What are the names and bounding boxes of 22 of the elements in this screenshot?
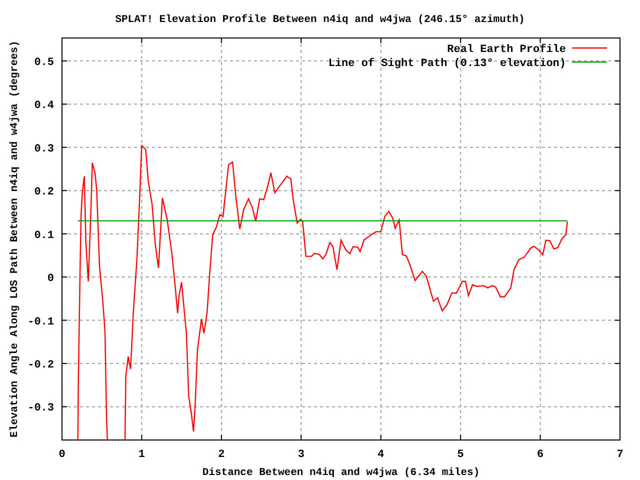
tick-label: 0.4	[34, 100, 54, 112]
legend-label: Line of Sight Path (0.13° elevation)	[328, 58, 566, 70]
chart-title: SPLAT! Elevation Profile Between n4iq and w4jwa (246.15° azimuth)	[115, 14, 525, 26]
tick-label: 0.5	[34, 56, 54, 69]
tick-label: 1	[138, 449, 146, 461]
tick-label: 4	[378, 449, 384, 461]
tick-label: -0.3	[28, 402, 54, 415]
tick-label: 0	[58, 449, 66, 461]
tick-label: -0.1	[28, 316, 54, 328]
tick-label: 0.3	[34, 143, 54, 156]
tick-label: 0.2	[34, 186, 54, 199]
tick-label: 2	[218, 449, 225, 461]
x-axis-label: Distance Between n4iq and w4jwa (6.34 miles)	[202, 467, 480, 479]
y-axis-label: Elevation Angle Along LOS Path Between n4iq and w4jwa (degrees)	[9, 40, 21, 438]
tick-label: 7	[616, 449, 624, 461]
tick-label: 6	[536, 449, 544, 461]
tick-label: 0	[47, 273, 54, 286]
tick-label: 5	[457, 449, 464, 461]
legend-label: Real Earth Profile	[447, 44, 566, 56]
tick-label: -0.2	[28, 360, 54, 372]
tick-label: 3	[298, 449, 304, 461]
tick-label: 0.1	[34, 230, 54, 242]
